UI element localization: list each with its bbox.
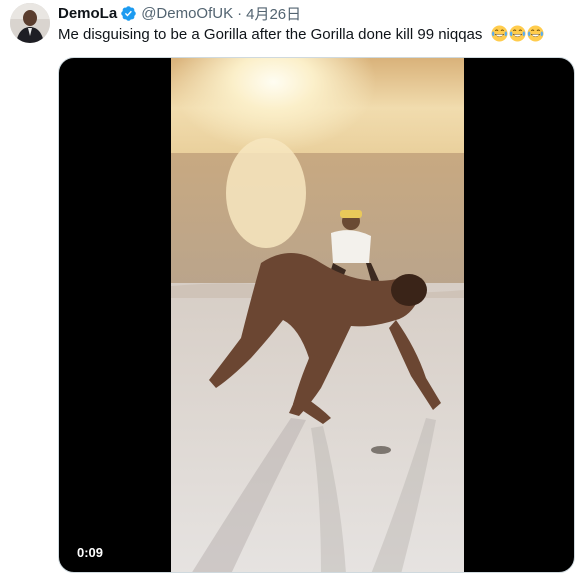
separator-dot: · (237, 4, 243, 22)
tweet: DemoLa @DemoOfUK · 4月26日 Me disguising t… (0, 0, 578, 575)
tweet-text-container: Me disguising to be a Gorilla after the … (58, 25, 544, 45)
face-with-tears-of-joy-icon (527, 25, 544, 42)
face-with-tears-of-joy-icon (509, 25, 526, 42)
handle[interactable]: @DemoOfUK (141, 5, 233, 22)
emoji-row (491, 25, 544, 42)
tweet-header: DemoLa @DemoOfUK · 4月26日 (58, 3, 301, 23)
display-name[interactable]: DemoLa (58, 5, 117, 22)
verified-badge-icon[interactable] (120, 5, 137, 22)
tweet-text: Me disguising to be a Gorilla after the … (58, 26, 483, 43)
video-player[interactable]: 0:09 (58, 57, 575, 573)
video-frame[interactable] (171, 58, 464, 572)
video-duration: 0:09 (71, 543, 110, 562)
avatar[interactable] (10, 3, 50, 43)
face-with-tears-of-joy-icon (491, 25, 508, 42)
post-date[interactable]: 4月26日 (246, 3, 301, 24)
